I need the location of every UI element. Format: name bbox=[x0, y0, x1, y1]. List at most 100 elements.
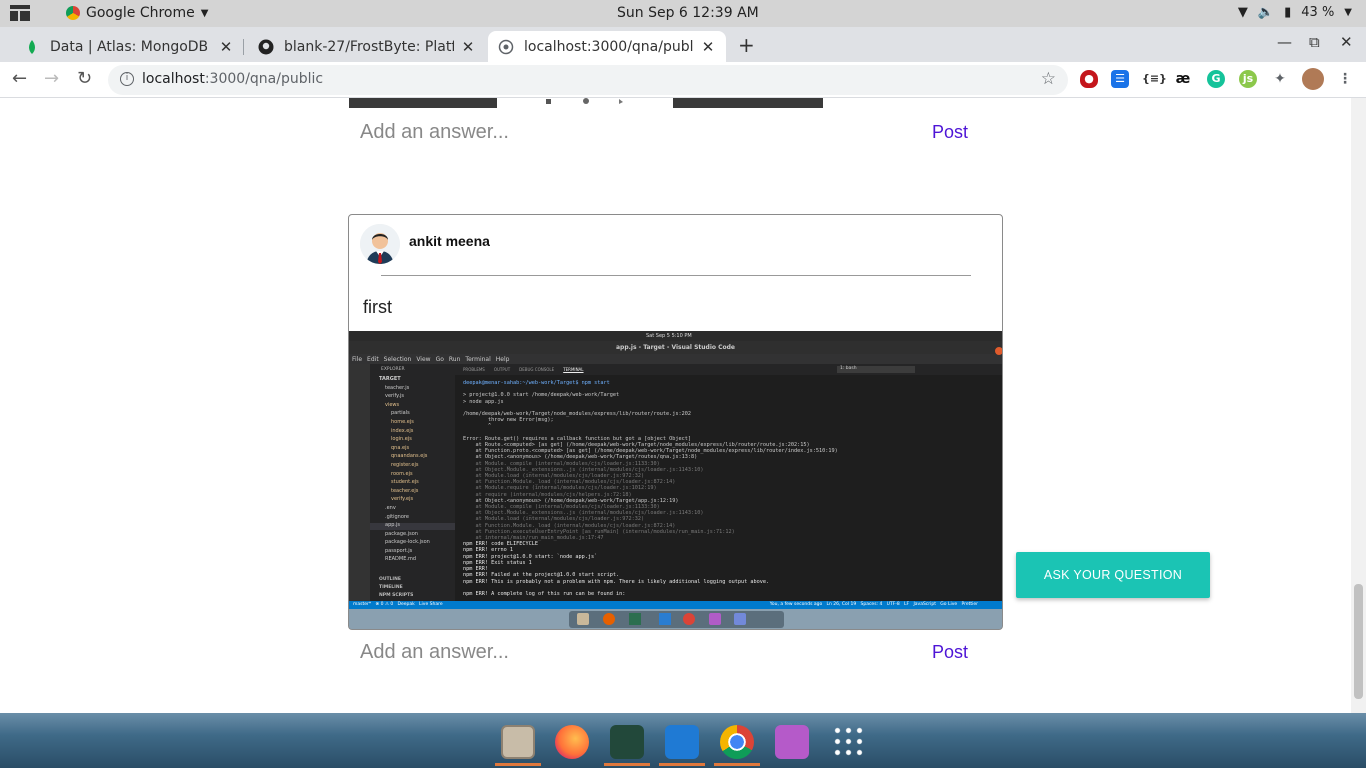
chevron-down-icon: ▼ bbox=[200, 7, 209, 19]
question-card: ankit meena first Sat Sep 5 5:10 PM app.… bbox=[348, 214, 1003, 630]
close-icon[interactable]: ✕ bbox=[218, 38, 234, 56]
running-indicator bbox=[495, 763, 541, 766]
file-item: package.json bbox=[385, 530, 418, 537]
ask-question-button[interactable]: ASK YOUR QUESTION bbox=[1016, 552, 1210, 598]
screenshot-explorer-title: EXPLORER bbox=[381, 367, 405, 372]
outline-item: TIMELINE bbox=[379, 585, 403, 590]
question-text: first bbox=[363, 297, 392, 317]
tab-mongodb-atlas[interactable]: Data | Atlas: MongoDB At ✕ bbox=[14, 31, 244, 62]
question-screenshot-image: Sat Sep 5 5:10 PM app.js - Target - Visu… bbox=[349, 331, 1002, 629]
close-icon[interactable]: ✕ bbox=[460, 38, 476, 56]
chrome-app-icon[interactable] bbox=[720, 725, 754, 759]
answer-input[interactable]: Add an answer... bbox=[360, 121, 509, 144]
page-scrollbar[interactable] bbox=[1351, 98, 1366, 713]
sublime-merge-app-icon[interactable] bbox=[610, 725, 644, 759]
json-extension-icon[interactable]: {≡} bbox=[1142, 70, 1167, 88]
screenshot-status-left: master* ⊗ 0 ⚠ 0 Deepak Live Share bbox=[353, 602, 443, 607]
window-close-button[interactable]: ✕ bbox=[1340, 33, 1353, 51]
running-indicator bbox=[659, 763, 705, 766]
ubuntu-dock bbox=[0, 713, 1366, 768]
address-bar[interactable]: i localhost:3000/qna/public ☆ bbox=[108, 65, 1068, 95]
file-item: login.ejs bbox=[391, 436, 412, 443]
files-app-icon[interactable] bbox=[501, 725, 535, 759]
avatar bbox=[360, 224, 400, 264]
app-menu[interactable]: Google Chrome ▼ bbox=[66, 5, 208, 21]
battery-icon: ▮ bbox=[1284, 5, 1292, 20]
activities-icon[interactable] bbox=[10, 5, 30, 21]
tab-localhost[interactable]: localhost:3000/qna/publi ✕ bbox=[488, 31, 726, 62]
file-item: verify.js bbox=[385, 393, 404, 400]
mongodb-leaf-icon bbox=[29, 39, 35, 54]
file-item: partials bbox=[391, 410, 410, 417]
forward-button[interactable]: → bbox=[44, 68, 59, 89]
running-indicator bbox=[604, 763, 650, 766]
panel-tab: DEBUG CONSOLE bbox=[519, 367, 555, 372]
running-indicator bbox=[714, 763, 760, 766]
menu-go: Go bbox=[435, 356, 444, 363]
minimize-button[interactable]: — bbox=[1277, 33, 1292, 51]
panel-tab: OUTPUT bbox=[493, 367, 511, 372]
google-classroom-extension-icon[interactable]: ☰ bbox=[1111, 70, 1129, 88]
screenshot-status-right: You, a few seconds ago Ln 26, Col 19 Spa… bbox=[769, 602, 978, 607]
menu-edit: Edit bbox=[367, 356, 379, 363]
post-button[interactable]: Post bbox=[932, 122, 968, 143]
file-item: teacher.js bbox=[385, 384, 410, 391]
grammar-extension-icon[interactable]: G bbox=[1207, 70, 1225, 88]
file-item: TARGET bbox=[379, 376, 401, 382]
globe-icon bbox=[498, 39, 514, 54]
terminal-line: npm ERR! A complete log of this run can … bbox=[463, 590, 626, 597]
answer-input[interactable]: Add an answer... bbox=[360, 641, 509, 664]
post-button[interactable]: Post bbox=[932, 642, 968, 663]
ublock-extension-icon[interactable]: ● bbox=[1080, 70, 1098, 88]
github-icon bbox=[258, 39, 274, 54]
screenshot-terminal-select: 1: bash bbox=[837, 366, 915, 373]
panel-tab: PROBLEMS bbox=[463, 367, 485, 372]
close-icon[interactable]: ✕ bbox=[700, 38, 716, 56]
menu-terminal: Terminal bbox=[465, 356, 491, 363]
nodejs-extension-icon[interactable]: js bbox=[1239, 70, 1257, 88]
author-name[interactable]: ankit meena bbox=[409, 233, 490, 249]
system-status[interactable]: ▼ 🔈 ▮ 43 % ▼ bbox=[1238, 5, 1352, 20]
bookmark-star-icon[interactable]: ☆ bbox=[1041, 69, 1056, 89]
panel-tab: TERMINAL bbox=[563, 367, 584, 372]
tab-strip: Data | Atlas: MongoDB At ✕ blank-27/Fros… bbox=[0, 27, 1366, 62]
system-top-bar: Google Chrome ▼ Sun Sep 6 12:39 AM ▼ 🔈 ▮… bbox=[0, 0, 1366, 27]
volume-icon: 🔈 bbox=[1257, 5, 1275, 20]
file-item: app.js bbox=[385, 522, 400, 529]
screenshot-panel-tabs: PROBLEMS OUTPUT DEBUG CONSOLE TERMINAL bbox=[463, 367, 584, 372]
clock[interactable]: Sun Sep 6 12:39 AM bbox=[617, 5, 759, 21]
ae-extension-icon[interactable]: æ bbox=[1174, 70, 1192, 88]
new-tab-button[interactable]: + bbox=[738, 33, 755, 57]
tab-title: blank-27/FrostByte: Platf bbox=[284, 38, 454, 55]
vscode-app-icon[interactable] bbox=[665, 725, 699, 759]
file-item: teacher.ejs bbox=[391, 487, 419, 494]
info-icon[interactable]: i bbox=[120, 72, 134, 86]
menu-file: File bbox=[352, 356, 363, 363]
screenshot-outline-list: OUTLINE TIMELINE NPM SCRIPTS bbox=[379, 576, 454, 600]
chrome-menu-icon[interactable]: ⋮ bbox=[1336, 70, 1354, 88]
reload-button[interactable]: ↻ bbox=[77, 68, 92, 89]
url-host: localhost bbox=[142, 71, 205, 87]
divider bbox=[381, 275, 971, 276]
tab-title: localhost:3000/qna/publi bbox=[524, 38, 694, 55]
answer-row: Add an answer... Post bbox=[349, 635, 1001, 671]
scrollbar-thumb[interactable] bbox=[1354, 584, 1363, 699]
back-button[interactable]: ← bbox=[12, 68, 27, 89]
file-item: README.md bbox=[385, 556, 417, 563]
url-path: :3000/qna/public bbox=[204, 71, 324, 87]
video-player-app-icon[interactable] bbox=[775, 725, 809, 759]
firefox-app-icon[interactable] bbox=[555, 725, 589, 759]
show-applications-icon[interactable] bbox=[832, 725, 866, 759]
tab-github[interactable]: blank-27/FrostByte: Platf ✕ bbox=[248, 31, 486, 62]
menu-run: Run bbox=[448, 356, 461, 363]
file-item: passport.js bbox=[385, 547, 413, 554]
tab-title: Data | Atlas: MongoDB At bbox=[50, 38, 212, 55]
extensions-puzzle-icon[interactable]: ✦ bbox=[1271, 70, 1289, 88]
profile-avatar[interactable] bbox=[1302, 68, 1324, 90]
screenshot-clock: Sat Sep 5 5:10 PM bbox=[646, 333, 692, 339]
file-item: qna.ejs bbox=[391, 444, 410, 451]
maximize-button[interactable]: ⧉ bbox=[1309, 33, 1320, 51]
file-item: room.ejs bbox=[391, 470, 413, 477]
file-item: .env bbox=[385, 504, 396, 511]
url-text[interactable]: localhost:3000/qna/public bbox=[142, 71, 323, 87]
